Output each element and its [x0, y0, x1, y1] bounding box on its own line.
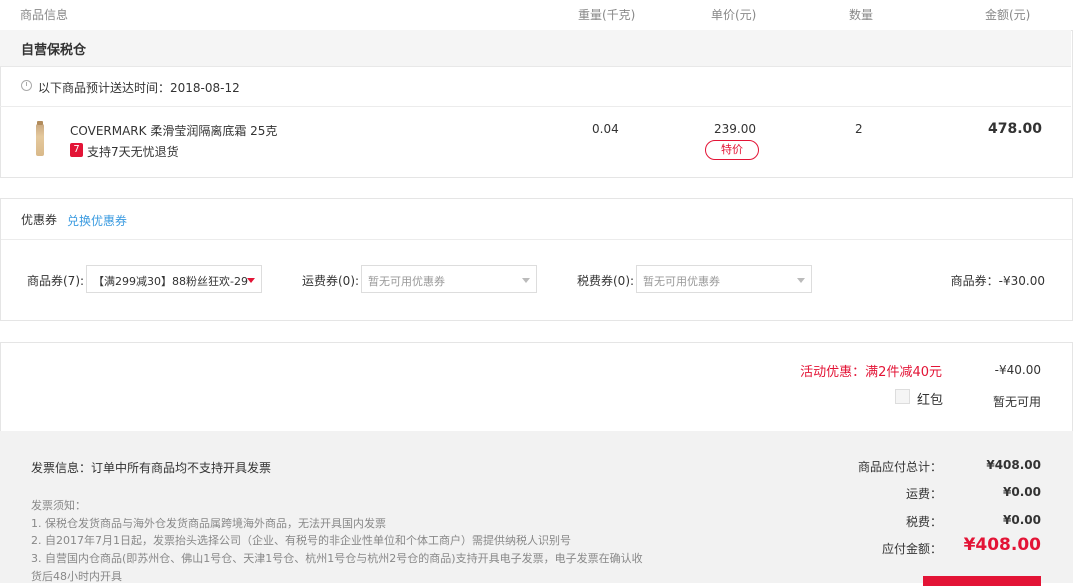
shipping-fee-label: 运费：	[905, 487, 942, 501]
col-header-price: 单价(元)	[711, 8, 757, 22]
promotion-panel	[0, 342, 1073, 431]
shipping-coupon-label: 运费券(0):	[302, 274, 360, 288]
invoice-info: 发票信息：订单中所有商品均不支持开具发票	[31, 461, 272, 475]
invoice-notice-title: 发票须知：	[31, 499, 86, 512]
invoice-notice-3: 3. 自营国内仓商品(即苏州仓、佛山1号仓、天津1号仓、杭州1号仓与杭州2号仓的…	[31, 552, 643, 565]
item-price: 239.00	[714, 122, 756, 136]
redpacket-checkbox[interactable]	[895, 389, 910, 404]
col-header-weight: 重量(千克)	[578, 8, 636, 22]
tax-coupon-placeholder: 暂无可用优惠券	[643, 275, 720, 288]
tax-fee-value: ¥0.00	[1003, 513, 1041, 527]
table-header: 商品信息 重量(千克) 单价(元) 数量 金额(元)	[0, 0, 1073, 31]
shipping-coupon-select[interactable]: 暂无可用优惠券	[361, 265, 537, 293]
submit-order-button[interactable]	[923, 576, 1041, 586]
coupon-summary: 商品券：-¥30.00	[950, 274, 1045, 288]
delivery-prefix: 以下商品预计送达时间：	[38, 81, 171, 95]
item-quantity: 2	[855, 122, 863, 136]
coupon-title: 优惠券	[21, 213, 58, 227]
redpacket-status: 暂无可用	[992, 395, 1041, 409]
chevron-down-icon	[247, 278, 255, 283]
special-price-tag: 特价	[705, 140, 759, 160]
invoice-notice-1: 1. 保税仓发货商品与海外仓发货商品属跨境海外商品，无法开具国内发票	[31, 517, 386, 530]
warehouse-title: 自营保税仓	[21, 43, 87, 58]
payable-label: 应付金额：	[881, 542, 942, 556]
shipping-coupon-placeholder: 暂无可用优惠券	[368, 275, 445, 288]
goods-coupon-label: 商品券(7):	[27, 274, 85, 288]
coupon-header: 优惠券 兑换优惠券	[0, 198, 1073, 240]
goods-coupon-select[interactable]: 【满299减30】88粉丝狂欢-29...	[86, 265, 262, 293]
invoice-notice-3-cont: 货后48小时内开具	[31, 570, 122, 583]
redpacket-label: 红包	[917, 393, 944, 408]
product-thumbnail[interactable]	[36, 121, 44, 156]
tax-coupon-select[interactable]: 暂无可用优惠券	[636, 265, 812, 293]
item-weight: 0.04	[592, 122, 619, 136]
invoice-notice-2: 2. 自2017年7月1日起，发票抬头选择公司（企业、有税号的非企业性单位和个体…	[31, 534, 571, 547]
delivery-row: 以下商品预计送达时间：2018-08-12	[0, 67, 1071, 107]
payable-value: ¥408.00	[963, 535, 1041, 555]
col-header-qty: 数量	[849, 8, 874, 22]
goods-total-value: ¥408.00	[986, 458, 1041, 472]
goods-coupon-value: 【满299减30】88粉丝狂欢-29...	[93, 275, 249, 288]
chevron-down-icon	[797, 278, 805, 283]
clock-icon	[21, 80, 32, 91]
goods-total-label: 商品应付总计：	[857, 460, 942, 474]
activity-discount-text: 活动优惠：满2件减40元	[800, 365, 942, 380]
shipping-fee-value: ¥0.00	[1003, 485, 1041, 499]
product-name[interactable]: COVERMARK 柔滑莹润隔离底霜 25克	[70, 122, 277, 139]
activity-discount-amount: -¥40.00	[994, 363, 1041, 377]
tax-fee-label: 税费：	[905, 515, 942, 529]
warehouse-header: 自营保税仓	[0, 30, 1071, 67]
chevron-down-icon	[522, 278, 530, 283]
return-badge-icon: 7	[70, 143, 83, 157]
exchange-coupon-link[interactable]: 兑换优惠券	[67, 212, 127, 229]
return-policy-text: 支持7天无忧退货	[87, 145, 179, 159]
col-header-amount: 金额(元)	[985, 8, 1031, 22]
tax-coupon-label: 税费券(0):	[577, 274, 635, 288]
delivery-date: 2018-08-12	[170, 81, 240, 95]
item-amount: 478.00	[988, 121, 1043, 137]
col-header-info: 商品信息	[20, 8, 69, 22]
